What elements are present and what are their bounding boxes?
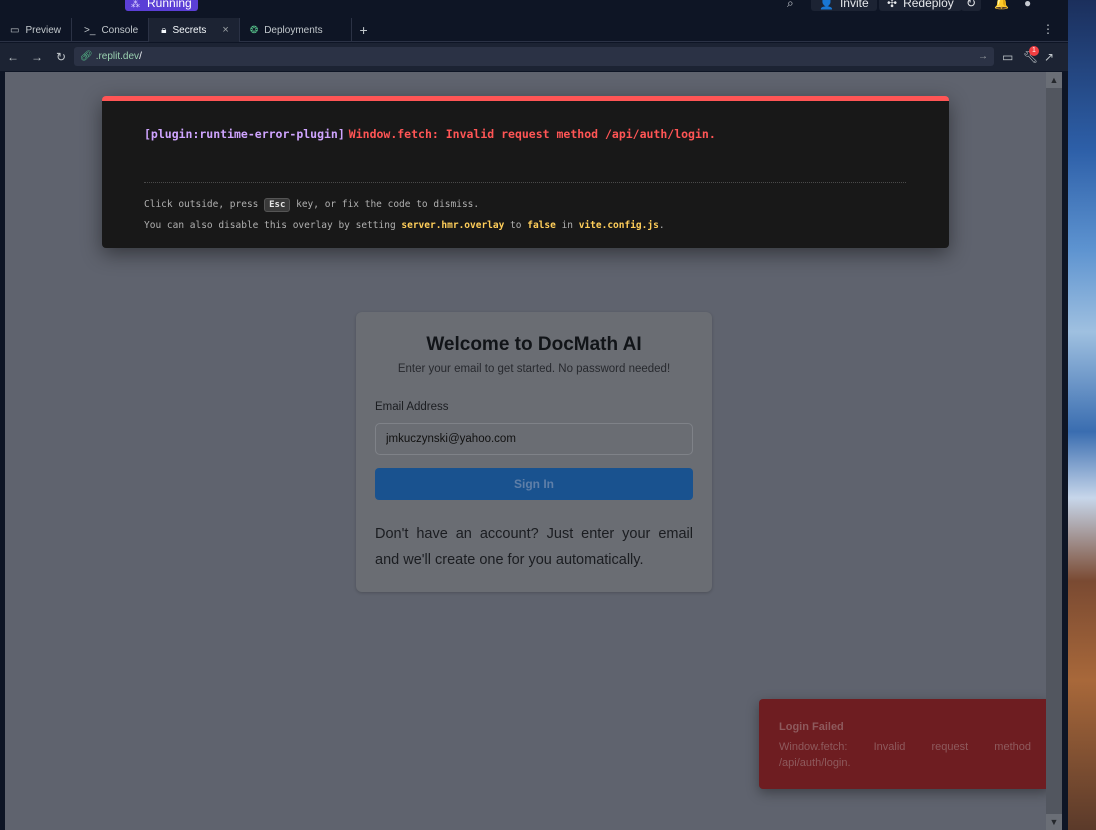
overlay-divider bbox=[144, 182, 906, 183]
tip-text: You can also disable this overlay by set… bbox=[144, 220, 402, 231]
email-field[interactable] bbox=[375, 423, 693, 455]
config-value: false bbox=[527, 220, 556, 231]
link-icon: 🔗︎ bbox=[80, 51, 93, 62]
avatar[interactable]: ● bbox=[1024, 0, 1031, 10]
url-path: / bbox=[139, 51, 142, 62]
preview-scrollbar[interactable]: ▲ ▼ bbox=[1046, 72, 1062, 830]
more-options-icon[interactable]: ⋮ bbox=[1042, 22, 1054, 36]
error-message: [plugin:runtime-error-plugin] Window.fetc… bbox=[144, 127, 716, 141]
notification-badge: 1 bbox=[1029, 46, 1039, 56]
tip-text: . bbox=[658, 220, 665, 231]
disable-tip: You can also disable this overlay by set… bbox=[144, 220, 665, 231]
deploy-icon: ❂ bbox=[249, 24, 259, 36]
tip-text: key, or fix the code to dismiss. bbox=[290, 199, 480, 210]
email-label: Email Address bbox=[375, 401, 449, 413]
close-icon[interactable]: × bbox=[222, 24, 228, 36]
config-file: vite.config.js bbox=[578, 220, 659, 231]
tip-text: in bbox=[555, 220, 579, 231]
desktop-wallpaper bbox=[1068, 0, 1096, 830]
tab-label: Preview bbox=[25, 24, 62, 36]
lock-icon: 🔒︎ bbox=[161, 24, 167, 36]
run-status-label: Running bbox=[147, 0, 192, 10]
url-input[interactable]: 🔗︎ .replit.dev / → bbox=[74, 47, 994, 66]
redeploy-label: Redeploy bbox=[903, 0, 954, 10]
invite-button[interactable]: 👤 Invite bbox=[811, 0, 877, 11]
pane-tab-bar: ▭ Preview >_ Console 🔒︎ Secrets × ❂ Depl… bbox=[0, 18, 1068, 42]
running-icon: ⁂ bbox=[131, 0, 140, 9]
signup-note: Don't have an account? Just enter your e… bbox=[375, 526, 693, 568]
forward-arrow-icon[interactable]: → bbox=[26, 50, 48, 64]
preview-viewport: [plugin:runtime-error-plugin] Window.fetc… bbox=[5, 72, 1046, 830]
scroll-down-icon[interactable]: ▼ bbox=[1046, 814, 1062, 830]
history-icon: ↻ bbox=[966, 0, 977, 10]
scroll-up-icon[interactable]: ▲ bbox=[1046, 72, 1062, 88]
go-arrow-icon[interactable]: → bbox=[978, 51, 988, 62]
run-status-button[interactable]: ⁂ Running bbox=[125, 0, 198, 11]
tab-secrets[interactable]: 🔒︎ Secrets × bbox=[149, 18, 240, 42]
login-card: Welcome to DocMath AI Enter your email t… bbox=[356, 312, 712, 592]
error-toast[interactable]: Login Failed Window.fetch: Invalid reque… bbox=[759, 699, 1046, 789]
toast-message: Window.fetch: Invalid request method /ap… bbox=[779, 741, 1031, 769]
workspace-header: ⁂ Running ⌕ 👤 Invite ✣ Redeploy ↻ 🔔 ● bbox=[0, 0, 1068, 16]
open-new-tab-icon[interactable]: ↗ bbox=[1044, 50, 1054, 64]
page-title: Welcome to DocMath AI bbox=[426, 334, 642, 355]
tip-text: Click outside, press bbox=[144, 199, 265, 210]
redeploy-icon: ✣ bbox=[887, 0, 898, 10]
tab-console[interactable]: >_ Console bbox=[72, 18, 150, 42]
bell-icon[interactable]: 🔔 bbox=[994, 0, 1009, 10]
monitor-icon: ▭ bbox=[10, 24, 20, 36]
config-key: server.hmr.overlay bbox=[401, 220, 505, 231]
add-tab-button[interactable]: + bbox=[352, 18, 376, 41]
tab-label: Secrets bbox=[172, 24, 207, 36]
tab-label: Console bbox=[101, 24, 139, 36]
terminal-icon: >_ bbox=[84, 24, 96, 36]
dismiss-tip: Click outside, press Esc key, or fix the… bbox=[144, 198, 479, 212]
user-icon: 👤 bbox=[819, 0, 834, 10]
tab-label: Deployments bbox=[264, 24, 323, 36]
url-host: .replit.dev bbox=[95, 51, 140, 62]
vite-error-overlay[interactable]: [plugin:runtime-error-plugin] Window.fetc… bbox=[102, 96, 949, 248]
invite-label: Invite bbox=[839, 0, 869, 10]
reload-icon[interactable]: ↻ bbox=[50, 50, 72, 64]
redeploy-button[interactable]: ✣ Redeploy bbox=[879, 0, 962, 11]
error-plugin: [plugin:runtime-error-plugin] bbox=[144, 127, 345, 141]
tip-text: to bbox=[504, 220, 528, 231]
redeploy-history-button[interactable]: ↻ bbox=[961, 0, 982, 11]
error-text: Window.fetch: Invalid request method /ap… bbox=[348, 127, 716, 141]
esc-key: Esc bbox=[264, 198, 291, 212]
toast-title: Login Failed bbox=[779, 721, 844, 733]
tab-preview[interactable]: ▭ Preview bbox=[0, 18, 73, 42]
tab-deployments[interactable]: ❂ Deployments bbox=[240, 18, 352, 42]
page-subtitle: Enter your email to get started. No pass… bbox=[397, 363, 671, 375]
preview-url-bar: ← → ↻ 🔗︎ .replit.dev / → ▭ 🔧︎ ↗ bbox=[0, 43, 1068, 71]
sign-in-button[interactable]: Sign In bbox=[375, 468, 693, 500]
back-arrow-icon[interactable]: ← bbox=[2, 50, 24, 64]
device-preview-icon[interactable]: ▭ bbox=[1002, 50, 1013, 64]
search-icon[interactable]: ⌕ bbox=[787, 0, 794, 11]
